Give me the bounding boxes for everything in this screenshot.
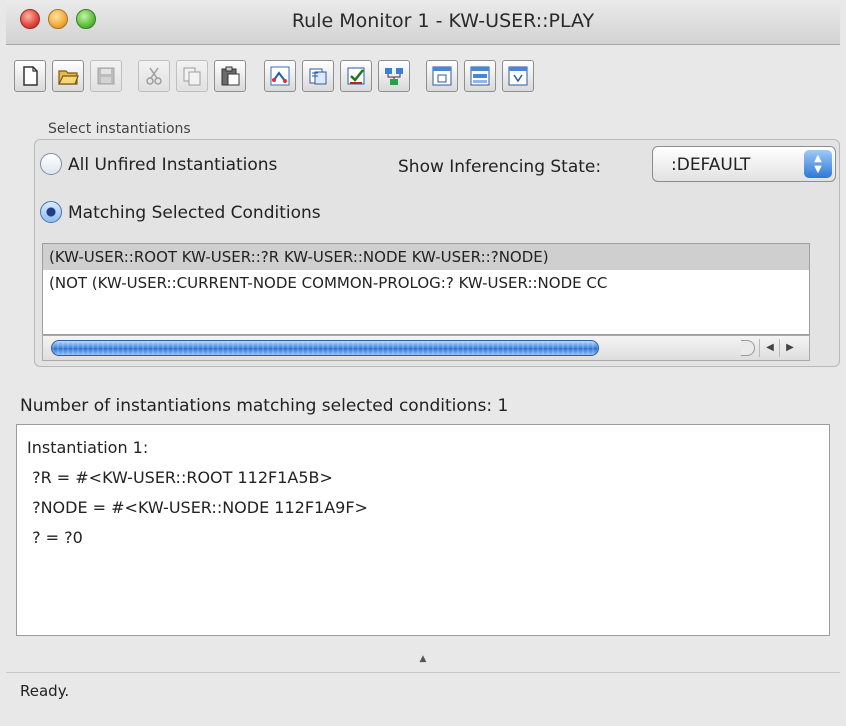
all-unfired-label[interactable]: All Unfired Instantiations <box>68 155 277 175</box>
condition-row[interactable]: (KW-USER::ROOT KW-USER::?R KW-USER::NODE… <box>43 244 809 270</box>
paste-button[interactable] <box>214 60 246 92</box>
detail-line: ?NODE = #<KW-USER::NODE 112F1A9F> <box>27 498 368 517</box>
status-text: Ready. <box>20 682 70 700</box>
condition-row[interactable]: (NOT (KW-USER::CURRENT-NODE COMMON-PROLO… <box>43 270 809 296</box>
open-folder-icon <box>58 70 79 85</box>
instantiation-count-text: Number of instantiations matching select… <box>20 396 509 416</box>
instantiation-details-text[interactable]: Instantiation 1: ?R = #<KW-USER::ROOT 11… <box>16 424 830 636</box>
window-restore-button[interactable] <box>426 60 458 92</box>
all-unfired-radio[interactable] <box>40 153 62 175</box>
scroll-right-icon[interactable]: ▶ <box>779 339 800 357</box>
window-restore-icon <box>432 66 452 86</box>
window-frame-button[interactable] <box>502 60 534 92</box>
scrollbar-thumb[interactable] <box>51 340 599 356</box>
scroll-left-icon[interactable]: ◀ <box>759 339 780 357</box>
inferencing-state-value: :DEFAULT <box>671 155 751 175</box>
pane-splitter[interactable]: ▲ <box>16 646 830 668</box>
instantiate-icon <box>309 68 327 85</box>
detail-line: ? = ?0 <box>27 528 83 547</box>
window-split-button[interactable] <box>464 60 496 92</box>
rule-graph-button[interactable] <box>264 60 296 92</box>
window-title: Rule Monitor 1 - KW-USER::PLAY <box>291 10 595 32</box>
inferencing-state-select[interactable]: :DEFAULT ▲ ▼ <box>652 146 836 182</box>
cut-scissors-icon <box>146 67 162 85</box>
matching-conditions-label[interactable]: Matching Selected Conditions <box>68 203 321 223</box>
check-edit-button[interactable] <box>340 60 372 92</box>
select-instantiations-label: Select instantiations <box>48 121 191 137</box>
window-split-icon <box>470 66 490 86</box>
cut-button[interactable] <box>138 60 170 92</box>
detail-line: Instantiation 1: <box>27 438 149 457</box>
instantiate-button[interactable] <box>302 60 334 92</box>
rule-monitor-window: Rule Monitor 1 - KW-USER::PLAY Select in… <box>6 0 840 726</box>
open-button[interactable] <box>52 60 84 92</box>
rule-graph-icon <box>270 66 290 86</box>
title-bar[interactable]: Rule Monitor 1 - KW-USER::PLAY <box>6 0 840 45</box>
new-document-button[interactable] <box>14 60 46 92</box>
network-button[interactable] <box>378 60 410 92</box>
select-arrows-icon: ▲ ▼ <box>804 150 832 178</box>
splitter-grip-icon: ▲ <box>419 654 427 664</box>
scrollbar-track-end <box>741 340 755 356</box>
window-frame-icon <box>508 66 528 86</box>
conditions-horizontal-scrollbar[interactable]: ◀ ▶ <box>42 335 810 361</box>
check-edit-icon <box>347 67 365 85</box>
save-disk-icon <box>97 67 115 85</box>
network-icon <box>385 68 403 85</box>
detail-line: ?R = #<KW-USER::ROOT 112F1A5B> <box>27 468 333 487</box>
conditions-list[interactable]: (KW-USER::ROOT KW-USER::?R KW-USER::NODE… <box>42 243 810 335</box>
new-document-icon <box>23 66 38 86</box>
copy-button[interactable] <box>176 60 208 92</box>
status-separator <box>6 672 840 673</box>
save-button[interactable] <box>90 60 122 92</box>
copy-icon <box>183 67 201 86</box>
paste-clipboard-icon <box>221 66 240 86</box>
matching-conditions-radio[interactable] <box>40 201 62 223</box>
inferencing-state-label: Show Inferencing State: <box>398 157 602 177</box>
